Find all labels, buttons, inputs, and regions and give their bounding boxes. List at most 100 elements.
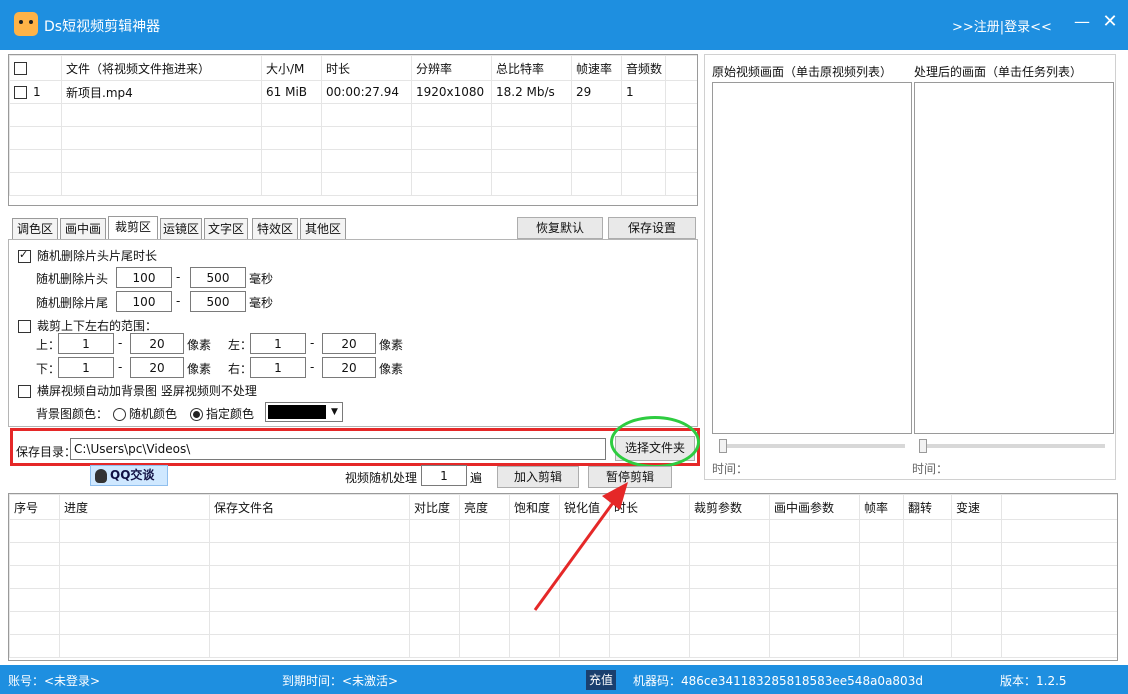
col-saturation: 饱和度 — [509, 494, 560, 520]
col-bitrate: 总比特率 — [491, 55, 572, 81]
row-select-cell[interactable]: 1 — [9, 80, 62, 104]
top-unit: 像素 — [187, 338, 212, 352]
top-max-input[interactable]: 20 — [130, 333, 184, 354]
processed-seek-track[interactable] — [919, 444, 1105, 448]
empty-row — [9, 634, 1117, 658]
file-list[interactable]: 文件（将视频文件拖进来） 大小/M 时长 分辨率 总比特率 帧速率 音频数 1 … — [8, 54, 698, 206]
bottom-max-input[interactable]: 20 — [130, 357, 184, 378]
file-table: 文件（将视频文件拖进来） 大小/M 时长 分辨率 总比特率 帧速率 音频数 1 … — [9, 55, 697, 196]
tab-other[interactable]: 其他区 — [300, 218, 346, 240]
custom-color-option[interactable]: 指定颜色 — [190, 405, 254, 422]
random-trim-option[interactable]: 随机删除片头片尾时长 — [18, 247, 157, 264]
head-min-input[interactable]: 100 — [116, 267, 172, 288]
col-task-empty — [1001, 494, 1117, 520]
add-clip-button[interactable]: 加入剪辑 — [497, 466, 579, 488]
top-dash: - — [118, 336, 123, 350]
title-bar: Ds短视频剪辑神器 >>注册|登录<< — ✕ — [0, 0, 1128, 50]
custom-color-label: 指定颜色 — [206, 407, 255, 421]
crop-range-checkbox[interactable] — [18, 320, 31, 333]
close-icon[interactable]: ✕ — [1100, 13, 1120, 33]
pause-clip-button[interactable]: 暂停剪辑 — [588, 466, 672, 488]
empty-row — [9, 588, 1117, 612]
processed-preview-area[interactable] — [914, 82, 1114, 434]
tab-crop[interactable]: 裁剪区 — [108, 216, 158, 240]
file-table-header: 文件（将视频文件拖进来） 大小/M 时长 分辨率 总比特率 帧速率 音频数 — [9, 55, 697, 81]
tab-pip[interactable]: 画中画 — [60, 218, 106, 240]
save-settings-button[interactable]: 保存设置 — [608, 217, 696, 239]
bottom-min-input[interactable]: 1 — [58, 357, 114, 378]
left-dash: - — [310, 336, 315, 350]
right-label: 右： — [228, 362, 253, 376]
col-duration: 时长 — [321, 55, 412, 81]
cell-resolution: 1920x1080 — [411, 80, 492, 104]
background-option[interactable]: 横屏视频自动加背景图 竖屏视频则不处理 — [18, 382, 257, 399]
cell-empty — [665, 80, 697, 104]
right-dash: - — [310, 360, 315, 374]
highlight-rectangle — [10, 428, 700, 466]
app-logo-icon — [14, 12, 38, 36]
random-count-input[interactable]: 1 — [421, 465, 467, 486]
tab-effects[interactable]: 特效区 — [252, 218, 298, 240]
account-status: 账号：<未登录> — [8, 674, 101, 688]
select-all-checkbox[interactable] — [14, 62, 27, 75]
random-count-unit: 遍 — [470, 471, 483, 485]
color-picker[interactable]: ▼ — [265, 402, 343, 422]
tab-camera[interactable]: 运镜区 — [160, 218, 202, 240]
left-min-input[interactable]: 1 — [250, 333, 306, 354]
left-max-input[interactable]: 20 — [322, 333, 376, 354]
original-preview-area[interactable] — [712, 82, 912, 434]
processed-preview-label: 处理后的画面（单击任务列表） — [914, 65, 1083, 79]
custom-color-radio[interactable] — [190, 408, 203, 421]
background-label: 横屏视频自动加背景图 竖屏视频则不处理 — [37, 384, 257, 398]
task-table: 序号 进度 保存文件名 对比度 亮度 饱和度 锐化值 时长 裁剪参数 画中画参数… — [9, 494, 1117, 658]
cell-audio: 1 — [621, 80, 666, 104]
processed-seek-thumb[interactable] — [919, 439, 927, 453]
left-unit: 像素 — [379, 338, 404, 352]
select-all-cell[interactable] — [9, 55, 62, 81]
recharge-button[interactable]: 充值 — [586, 670, 616, 690]
bottom-label: 下： — [36, 362, 61, 376]
col-brightness: 亮度 — [459, 494, 510, 520]
empty-row — [9, 611, 1117, 635]
head-max-input[interactable]: 500 — [190, 267, 246, 288]
tab-text[interactable]: 文字区 — [204, 218, 248, 240]
random-color-radio[interactable] — [113, 408, 126, 421]
col-pip-params: 画中画参数 — [769, 494, 860, 520]
background-checkbox[interactable] — [18, 385, 31, 398]
empty-row — [9, 149, 697, 173]
tail-unit: 毫秒 — [249, 296, 274, 310]
col-index: 序号 — [9, 494, 60, 520]
cell-bitrate: 18.2 Mb/s — [491, 80, 572, 104]
empty-row — [9, 519, 1117, 543]
register-login-link[interactable]: >>注册|登录<< — [952, 16, 1052, 35]
random-trim-checkbox[interactable] — [18, 248, 31, 263]
col-size: 大小/M — [261, 55, 322, 81]
tail-min-input[interactable]: 100 — [116, 291, 172, 312]
random-color-option[interactable]: 随机颜色 — [113, 405, 177, 422]
original-seek-thumb[interactable] — [719, 439, 727, 453]
crop-range-option[interactable]: 裁剪上下左右的范围： — [18, 317, 157, 334]
col-crop-params: 裁剪参数 — [689, 494, 770, 520]
task-list[interactable]: 序号 进度 保存文件名 对比度 亮度 饱和度 锐化值 时长 裁剪参数 画中画参数… — [8, 493, 1118, 661]
right-max-input[interactable]: 20 — [322, 357, 376, 378]
qq-chat-button[interactable]: QQ交谈 — [90, 465, 168, 486]
app-title: Ds短视频剪辑神器 — [44, 19, 161, 35]
original-time-label: 时间： — [712, 462, 749, 476]
original-seek-track[interactable] — [719, 444, 905, 448]
bottom-dash: - — [118, 360, 123, 374]
tail-max-input[interactable]: 500 — [190, 291, 246, 312]
minimize-icon[interactable]: — — [1072, 13, 1092, 33]
cell-file: 新项目.mp4 — [61, 80, 262, 104]
tab-color[interactable]: 调色区 — [12, 218, 58, 240]
right-min-input[interactable]: 1 — [250, 357, 306, 378]
col-progress: 进度 — [59, 494, 210, 520]
table-row[interactable]: 1 新项目.mp4 61 MiB 00:00:27.94 1920x1080 1… — [9, 80, 697, 104]
cell-fps: 29 — [571, 80, 622, 104]
random-trim-label: 随机删除片头片尾时长 — [37, 249, 158, 263]
bottom-unit: 像素 — [187, 362, 212, 376]
top-min-input[interactable]: 1 — [58, 333, 114, 354]
right-unit: 像素 — [379, 362, 404, 376]
restore-default-button[interactable]: 恢复默认 — [517, 217, 603, 239]
row-checkbox[interactable] — [14, 86, 27, 99]
chevron-down-icon[interactable]: ▼ — [328, 405, 341, 419]
